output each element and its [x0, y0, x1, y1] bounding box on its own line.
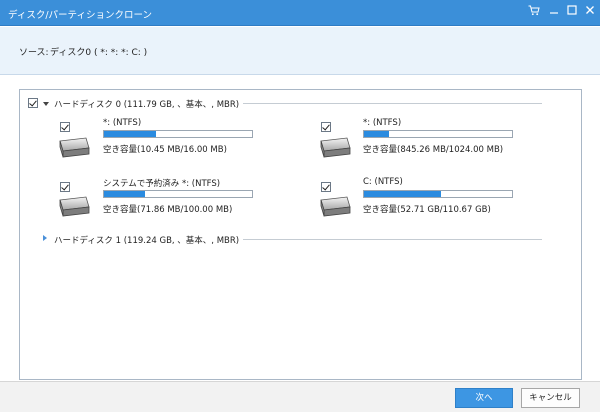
- partition-2-name: *: (NTFS): [363, 118, 402, 128]
- title-bar: ディスク/パーティションクローン: [0, 0, 600, 26]
- disk-list-panel: ハードディスク 0 (111.79 GB, 、基本、, MBR) *: (NTF…: [19, 89, 582, 380]
- partition-3-name: システムで予約済み *: (NTFS): [103, 179, 221, 189]
- partition-4-usage-bar: [363, 190, 513, 198]
- disk-0-header: ハードディスク 0 (111.79 GB, 、基本、, MBR): [54, 98, 244, 110]
- hard-drive-icon: [57, 194, 91, 218]
- next-button[interactable]: 次へ: [455, 388, 513, 408]
- partition-2-usage-bar: [363, 130, 513, 138]
- hard-drive-icon: [318, 194, 352, 218]
- close-icon[interactable]: [582, 5, 598, 21]
- expand-right-icon[interactable]: [43, 235, 47, 241]
- cancel-button[interactable]: キャンセル: [521, 388, 580, 408]
- partition-3-checkbox[interactable]: [60, 182, 70, 192]
- partition-3-usage-bar: [103, 190, 253, 198]
- cart-icon[interactable]: [526, 5, 542, 21]
- disk-1-header[interactable]: ハードディスク 1 (119.24 GB, 、基本、, MBR): [54, 234, 244, 246]
- expand-down-icon[interactable]: [43, 102, 49, 106]
- hard-drive-icon: [318, 135, 352, 159]
- partition-2-capacity: 空き容量(845.26 MB/1024.00 MB): [363, 145, 504, 155]
- usage-fill: [364, 131, 390, 137]
- disk-0-checkbox[interactable]: [28, 98, 38, 108]
- partition-1-checkbox[interactable]: [60, 122, 70, 132]
- partition-2-checkbox[interactable]: [321, 122, 331, 132]
- hard-drive-icon: [57, 135, 91, 159]
- maximize-icon[interactable]: [564, 5, 580, 21]
- partition-4-name: C: (NTFS): [363, 177, 403, 187]
- usage-fill: [364, 191, 441, 197]
- partition-3-capacity: 空き容量(71.86 MB/100.00 MB): [103, 205, 233, 215]
- partition-4-capacity: 空き容量(52.71 GB/110.67 GB): [363, 205, 491, 215]
- partition-1-name: *: (NTFS): [103, 118, 142, 128]
- source-bar: ソース: ディスク0 ( *: *: *: C: ): [0, 27, 600, 75]
- partition-1-capacity: 空き容量(10.45 MB/16.00 MB): [103, 145, 227, 155]
- source-label: ソース:: [19, 48, 49, 58]
- window-title: ディスク/パーティションクローン: [8, 10, 152, 21]
- usage-fill: [104, 191, 146, 197]
- footer-bar: 次へ キャンセル: [0, 381, 600, 412]
- partition-1-usage-bar: [103, 130, 253, 138]
- partition-4-checkbox[interactable]: [321, 182, 331, 192]
- usage-fill: [104, 131, 156, 137]
- minimize-icon[interactable]: [546, 5, 562, 21]
- source-value: ディスク0 ( *: *: *: C: ): [50, 48, 148, 58]
